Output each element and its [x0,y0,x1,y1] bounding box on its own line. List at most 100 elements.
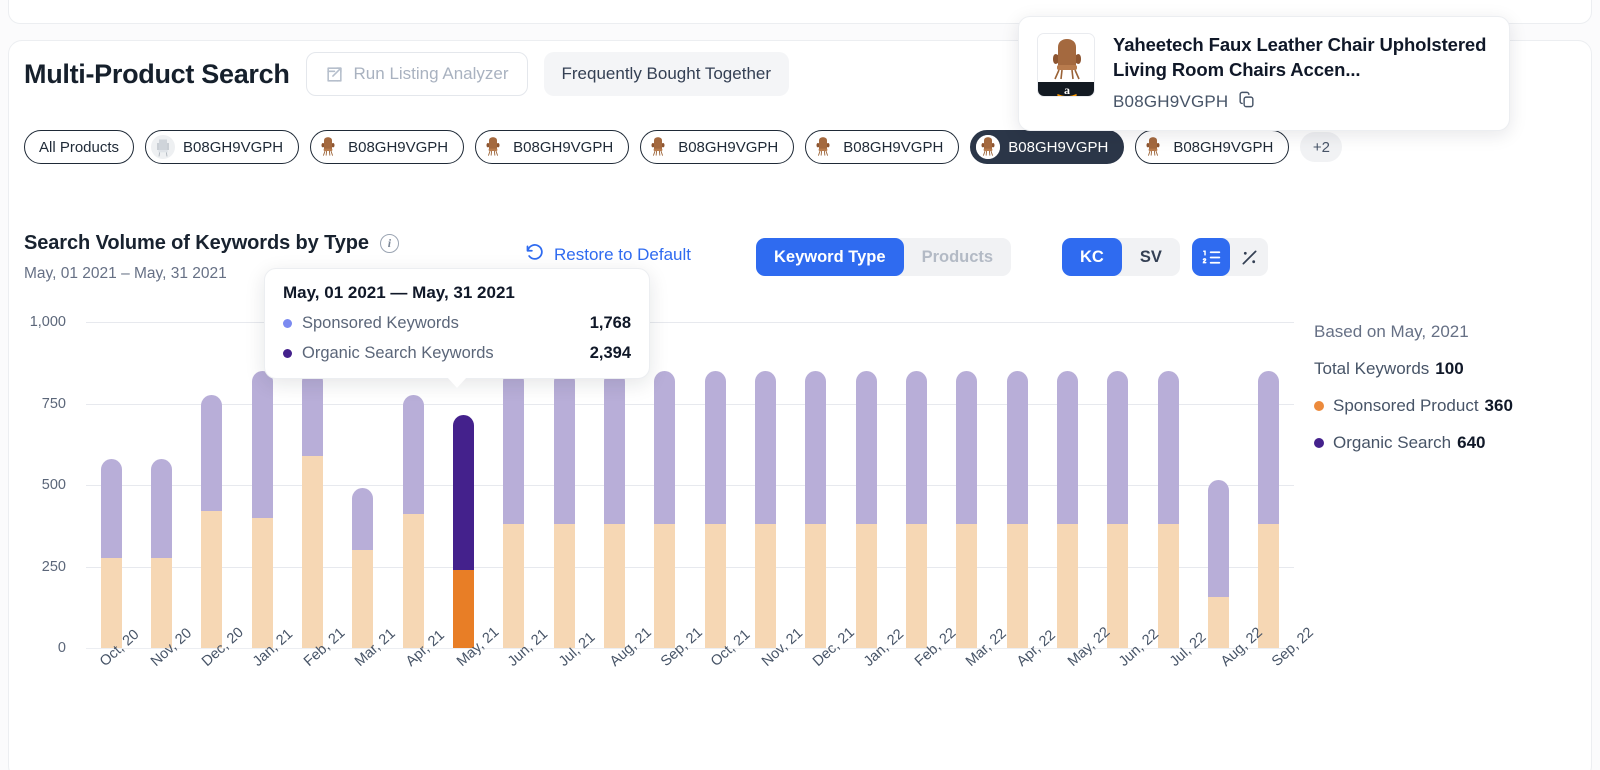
bar-slot[interactable] [791,322,841,648]
product-chip[interactable]: B08GH9VGPH [145,130,299,164]
product-chip-label: B08GH9VGPH [678,139,778,156]
product-chip-thumbnail [976,135,1000,159]
seg-keyword-type[interactable]: Keyword Type [756,238,904,276]
frequently-bought-together-button[interactable]: Frequently Bought Together [544,52,790,96]
chart-hover-tooltip: May, 01 2021 — May, 31 2021 Sponsored Ke… [264,268,650,379]
bar[interactable] [503,371,524,648]
seg-kc[interactable]: KC [1062,238,1122,276]
bar-slot[interactable] [1193,322,1243,648]
product-title: Yaheetech Faux Leather Chair Upholstered… [1113,33,1491,83]
bar[interactable] [1158,371,1179,648]
bar-segment-organic [252,371,273,518]
y-axis-tick-label: 1,000 [0,314,66,330]
bar[interactable] [856,371,877,648]
bar-slot[interactable] [992,322,1042,648]
bar-slot[interactable] [136,322,186,648]
bar[interactable] [956,371,977,648]
bar-slot[interactable] [841,322,891,648]
bar[interactable] [1258,371,1279,648]
summary-row: Sponsored Product360 [1314,396,1574,416]
info-icon[interactable]: i [380,234,399,253]
chart-legend-summary: Based on May, 2021 Total Keywords 100 Sp… [1314,322,1574,453]
percent-icon[interactable] [1230,238,1268,276]
bar[interactable] [352,488,373,648]
product-asin: B08GH9VGPH [1113,92,1228,112]
copy-icon[interactable] [1237,90,1256,114]
bar-slot[interactable] [891,322,941,648]
frequently-bought-together-label: Frequently Bought Together [562,64,772,84]
y-axis-tick-label: 250 [0,559,66,575]
bar-segment-sponsored [805,524,826,648]
seg-products[interactable]: Products [904,238,1012,276]
summary-total-keywords: Total Keywords 100 [1314,359,1574,379]
product-chip-thumbnail [151,135,175,159]
summary-series-label: Organic Search [1333,433,1451,453]
run-listing-analyzer-button[interactable]: Run Listing Analyzer [306,52,528,96]
bar-highlighted[interactable] [453,415,474,648]
product-chip[interactable]: B08GH9VGPH [805,130,959,164]
bar[interactable] [1107,371,1128,648]
bar-slot[interactable] [1042,322,1092,648]
chip-all-products[interactable]: All Products [24,130,134,164]
product-chip-label: B08GH9VGPH [348,139,448,156]
product-chip-thumbnail [316,135,340,159]
bar-segment-organic [554,371,575,524]
bar-slot[interactable] [942,322,992,648]
bar[interactable] [151,459,172,648]
bar[interactable] [705,371,726,648]
product-chip-thumbnail [1141,135,1165,159]
tooltip-series-dot [283,319,292,328]
bar[interactable] [1057,371,1078,648]
ordered-list-icon[interactable] [1192,238,1230,276]
bar-segment-sponsored [856,524,877,648]
restore-to-default-button[interactable]: Restore to Default [524,242,691,268]
segmented-control-type: Keyword Type Products [756,238,1011,276]
tooltip-series-dot [283,349,292,358]
run-listing-analyzer-label: Run Listing Analyzer [354,64,509,84]
bar-segment-organic [1208,480,1229,597]
y-axis-tick-label: 0 [0,640,66,656]
bar-segment-sponsored [201,511,222,648]
bar[interactable] [403,395,424,648]
bar-segment-organic [1007,371,1028,524]
bar-segment-sponsored [403,514,424,648]
bar[interactable] [1208,480,1229,648]
bar[interactable] [805,371,826,648]
bar[interactable] [755,371,776,648]
product-chip[interactable]: B08GH9VGPH [310,130,464,164]
tooltip-row: Organic Search Keywords2,394 [283,344,631,363]
bar[interactable] [252,371,273,648]
bar-slot[interactable] [1093,322,1143,648]
product-chip-thumbnail [481,135,505,159]
bar[interactable] [654,371,675,648]
product-chip[interactable]: B08GH9VGPH [475,130,629,164]
restore-to-default-label: Restore to Default [554,245,691,265]
bar-slot[interactable] [1143,322,1193,648]
product-chip-selected[interactable]: B08GH9VGPH [970,130,1124,164]
bar-segment-organic [1107,371,1128,524]
bar[interactable] [1007,371,1028,648]
bar-slot[interactable] [187,322,237,648]
product-chip[interactable]: B08GH9VGPH [640,130,794,164]
product-chip[interactable]: B08GH9VGPH [1135,130,1289,164]
bar-segment-organic [1158,371,1179,524]
bar-slot[interactable] [1244,322,1294,648]
bar-slot[interactable] [86,322,136,648]
undo-icon [524,242,545,268]
bar-segment-sponsored [654,524,675,648]
bar[interactable] [554,371,575,648]
product-chip-label: B08GH9VGPH [1008,139,1108,156]
chip-overflow-count[interactable]: +2 [1300,132,1342,162]
bar-segment-organic [1258,371,1279,524]
summary-series-dot [1314,438,1324,448]
bar-slot[interactable] [690,322,740,648]
bar[interactable] [302,371,323,648]
bar[interactable] [101,459,122,648]
bar[interactable] [604,371,625,648]
bar-slot[interactable] [740,322,790,648]
seg-sv[interactable]: SV [1122,238,1180,276]
bar[interactable] [906,371,927,648]
chart-title: Search Volume of Keywords by Type [24,232,369,255]
bar[interactable] [201,395,222,648]
bar-segment-sponsored [755,524,776,648]
